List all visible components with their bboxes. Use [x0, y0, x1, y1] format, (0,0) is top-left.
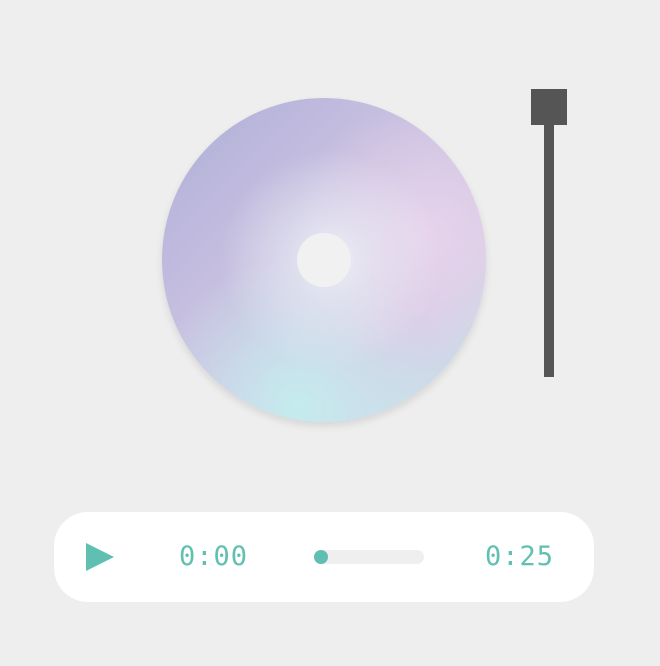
current-time: 0:00 [179, 541, 249, 572]
progress-bar[interactable] [314, 550, 424, 564]
album-disc [162, 98, 486, 422]
player-controls: 0:00 0:25 [54, 512, 594, 602]
disc-center-hole [297, 233, 351, 287]
total-time: 0:25 [485, 541, 555, 572]
tonearm [530, 88, 568, 378]
tonearm-head [531, 89, 567, 125]
play-button[interactable] [84, 541, 116, 573]
play-icon [86, 543, 114, 571]
progress-thumb[interactable] [314, 550, 328, 564]
tonearm-rod [544, 124, 554, 377]
